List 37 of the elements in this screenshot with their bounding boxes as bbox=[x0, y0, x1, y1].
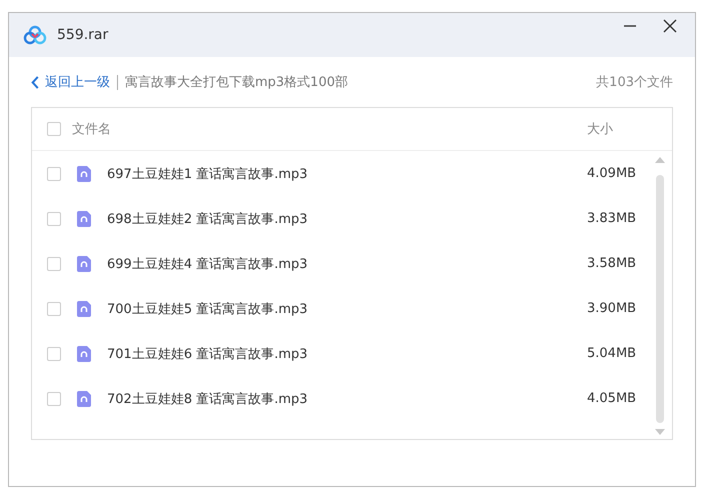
scroll-down-arrow-icon[interactable] bbox=[655, 429, 665, 435]
chevron-left-icon bbox=[31, 76, 39, 88]
file-size: 3.83MB bbox=[587, 211, 638, 226]
file-count: 共103个文件 bbox=[596, 74, 673, 91]
file-size: 3.90MB bbox=[587, 301, 638, 316]
audio-file-icon bbox=[77, 390, 91, 406]
row-checkbox[interactable] bbox=[47, 346, 61, 360]
folder-path: 寓言故事大全打包下载mp3格式100部 bbox=[125, 74, 348, 91]
row-checkbox[interactable] bbox=[47, 212, 61, 226]
scroll-up-arrow-icon[interactable] bbox=[655, 157, 665, 163]
file-name: 701土豆娃娃6 童话寓言故事.mp3 bbox=[107, 346, 308, 362]
select-all-checkbox[interactable] bbox=[47, 122, 61, 136]
file-name: 700土豆娃娃5 童话寓言故事.mp3 bbox=[107, 300, 308, 318]
row-checkbox[interactable] bbox=[47, 256, 61, 270]
audio-file-icon bbox=[77, 256, 91, 272]
audio-file-icon bbox=[77, 166, 91, 182]
file-size: 3.58MB bbox=[587, 256, 638, 271]
audio-file-icon bbox=[77, 300, 91, 316]
audio-file-icon bbox=[77, 346, 91, 362]
audio-file-icon bbox=[77, 210, 91, 226]
row-checkbox[interactable] bbox=[47, 392, 61, 406]
cloud-logo-icon bbox=[23, 25, 47, 45]
window-title: 559.rar bbox=[57, 27, 108, 43]
close-icon bbox=[663, 19, 677, 33]
column-header: 文件名 bbox=[72, 121, 111, 138]
file-name: 702土豆娃娃8 童话寓言故事.mp3 bbox=[107, 390, 308, 408]
column-header: 大小 bbox=[587, 121, 614, 138]
file-size: 5.04MB bbox=[587, 346, 638, 361]
file-name: 698土豆娃娃2 童话寓言故事.mp3 bbox=[107, 210, 308, 228]
file-size: 4.05MB bbox=[587, 391, 638, 406]
file-name: 697土豆娃娃1 童话寓言故事.mp3 bbox=[107, 166, 308, 182]
file-size: 4.09MB bbox=[587, 166, 638, 181]
row-checkbox[interactable] bbox=[47, 166, 61, 180]
scrollbar-thumb[interactable] bbox=[656, 175, 664, 423]
file-name: 699土豆娃娃4 童话寓言故事.mp3 bbox=[107, 256, 308, 272]
row-checkbox[interactable] bbox=[47, 302, 61, 316]
back-link[interactable]: 返回上一级 bbox=[31, 73, 110, 91]
